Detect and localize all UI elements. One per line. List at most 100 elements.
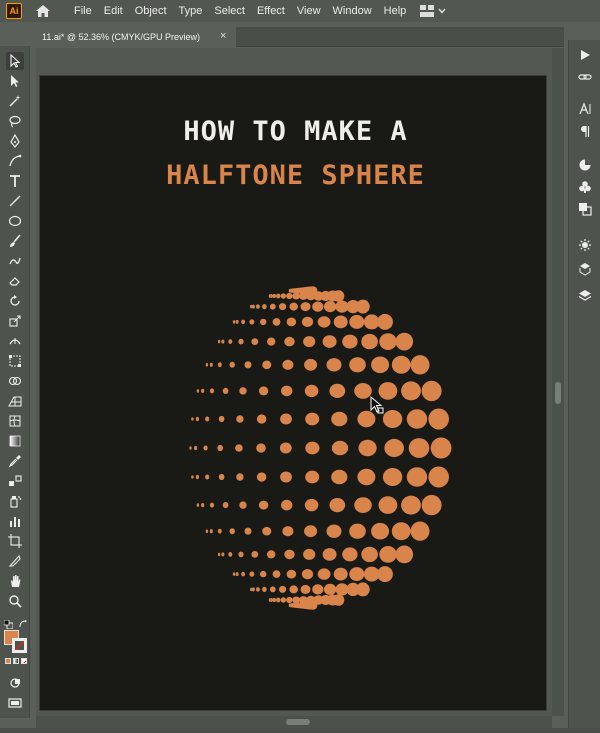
rotate-tool-icon[interactable]: [6, 292, 24, 310]
menu-view[interactable]: View: [291, 0, 327, 22]
paragraph-icon[interactable]: [576, 122, 594, 140]
close-tab-icon[interactable]: ×: [220, 30, 226, 42]
gradient-tool-icon[interactable]: [6, 432, 24, 450]
document-tab-title: 11.ai* @ 52.36% (CMYK/GPU Preview): [42, 32, 201, 42]
pathfinder-icon[interactable]: [576, 200, 594, 218]
halftone-dot: [361, 546, 378, 563]
halftone-dot: [196, 389, 200, 393]
halftone-dot: [281, 499, 293, 511]
halftone-dot: [317, 316, 331, 328]
mesh-tool-icon[interactable]: [6, 412, 24, 430]
eyedropper-icon[interactable]: [6, 452, 24, 470]
line-tool-icon[interactable]: [6, 192, 24, 210]
halftone-dot: [191, 475, 194, 479]
halftone-sphere-artwork[interactable]: [140, 258, 460, 638]
halftone-dot: [217, 528, 222, 534]
menu-object[interactable]: Object: [129, 0, 173, 22]
menu-bar: Ai File Edit Object Type Select Effect V…: [0, 0, 600, 22]
artboard-tool-icon[interactable]: [6, 532, 24, 550]
scale-tool-icon[interactable]: [6, 312, 24, 330]
halftone-dot: [304, 358, 318, 371]
halftone-dot: [258, 386, 269, 396]
screen-mode-icon[interactable]: [6, 694, 24, 712]
horizontal-scrollbar[interactable]: [36, 716, 552, 728]
vertical-scroll-thumb[interactable]: [555, 382, 561, 404]
menu-window[interactable]: Window: [327, 0, 378, 22]
default-colors-icon[interactable]: [3, 616, 14, 630]
vertical-scrollbar[interactable]: [552, 48, 564, 716]
shaper-tool-icon[interactable]: [6, 252, 24, 270]
halftone-dot: [201, 388, 205, 393]
link-icon[interactable]: [576, 68, 594, 86]
halftone-dot: [308, 600, 318, 610]
zoom-tool-icon[interactable]: [6, 592, 24, 610]
selection-tool-icon[interactable]: [6, 52, 24, 70]
eraser-icon[interactable]: [6, 272, 24, 290]
none-mode-button[interactable]: [21, 658, 27, 664]
halftone-dot: [406, 409, 428, 429]
gradient-mode-button[interactable]: [13, 658, 19, 664]
home-icon[interactable]: [34, 3, 52, 19]
halftone-dot: [289, 302, 298, 311]
halftone-dot: [391, 355, 411, 374]
menu-file[interactable]: File: [68, 0, 98, 22]
halftone-dot: [280, 293, 286, 299]
halftone-dot: [269, 586, 276, 593]
menu-effect[interactable]: Effect: [251, 0, 291, 22]
menu-type[interactable]: Type: [173, 0, 209, 22]
halftone-dot: [379, 333, 397, 350]
menu-edit[interactable]: Edit: [98, 0, 129, 22]
ellipse-tool-icon[interactable]: [6, 212, 24, 230]
document-tab[interactable]: 11.ai* @ 52.36% (CMYK/GPU Preview) ×: [36, 27, 236, 47]
blend-tool-icon[interactable]: [6, 472, 24, 490]
hand-tool-icon[interactable]: [6, 572, 24, 590]
artboard-title-line2[interactable]: HALFTONE SPHERE: [0, 160, 591, 191]
symbol-sprayer-icon[interactable]: [6, 492, 24, 510]
halftone-dot: [256, 304, 260, 309]
magic-wand-icon[interactable]: [6, 92, 24, 110]
color-mode-button[interactable]: [5, 658, 11, 664]
menu-select[interactable]: Select: [208, 0, 251, 22]
color-icon[interactable]: [576, 156, 594, 174]
artboard-title-line1[interactable]: HOW TO MAKE A: [0, 116, 591, 147]
halftone-dot: [256, 443, 266, 453]
halftone-dot: [304, 525, 318, 538]
halftone-dot: [249, 319, 255, 325]
stroke-color-swatch[interactable]: [12, 638, 27, 653]
shape-builder-icon[interactable]: [6, 372, 24, 390]
appearance-icon[interactable]: [576, 236, 594, 254]
direct-selection-tool-icon[interactable]: [6, 72, 24, 90]
width-tool-icon[interactable]: [6, 332, 24, 350]
halftone-dot: [256, 414, 267, 424]
halftone-dot: [286, 317, 297, 327]
slice-tool-icon[interactable]: [6, 552, 24, 570]
halftone-dot: [379, 546, 397, 563]
halftone-dot: [305, 412, 320, 426]
halftone-dot: [256, 587, 260, 592]
play-icon[interactable]: [576, 46, 594, 64]
halftone-dot: [232, 320, 236, 324]
perspective-grid-icon[interactable]: [6, 392, 24, 410]
workspace-grid-icon: [420, 5, 435, 17]
horizontal-scroll-thumb[interactable]: [286, 719, 310, 725]
halftone-dot: [331, 440, 349, 456]
workspace-switcher[interactable]: [420, 5, 446, 17]
halftone-dot: [323, 583, 337, 595]
halftone-dot: [232, 572, 236, 576]
halftone-dot: [428, 408, 450, 430]
menu-help[interactable]: Help: [378, 0, 413, 22]
asset-export-icon[interactable]: [576, 260, 594, 278]
halftone-dot: [421, 380, 442, 402]
layers-icon[interactable]: [576, 286, 594, 304]
halftone-dot: [300, 584, 311, 594]
draw-mode-icon[interactable]: [6, 674, 24, 692]
column-graph-icon[interactable]: [6, 512, 24, 530]
swap-colors-icon[interactable]: [19, 616, 28, 628]
paintbrush-icon[interactable]: [6, 232, 24, 250]
halftone-dot: [236, 473, 244, 481]
halftone-dot: [238, 338, 244, 345]
halftone-dot: [395, 332, 414, 351]
swatches-icon[interactable]: [576, 178, 594, 196]
character-icon[interactable]: [576, 100, 594, 118]
free-transform-icon[interactable]: [6, 352, 24, 370]
